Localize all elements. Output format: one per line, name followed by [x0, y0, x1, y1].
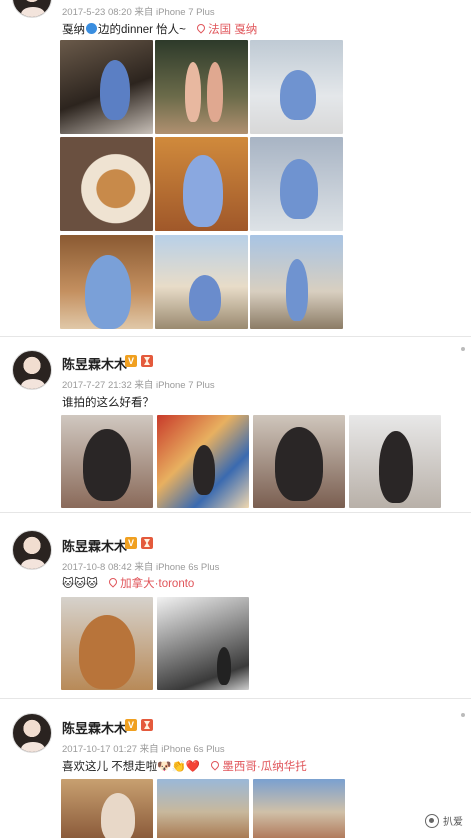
verified-v-icon: V	[125, 719, 137, 731]
hourglass-icon	[141, 537, 153, 549]
post-text-main: 🐱🐱🐱	[62, 578, 98, 590]
post-meta: 2017-10-17 01:27 来自 iPhone 6s Plus	[62, 744, 225, 755]
photo[interactable]	[61, 779, 153, 838]
location-link[interactable]: 墨西哥·瓜纳华托	[222, 761, 306, 773]
avatar[interactable]	[12, 0, 52, 18]
photo[interactable]	[60, 40, 153, 134]
watermark-text: 扒爱	[443, 817, 463, 828]
moon-icon	[86, 23, 97, 34]
user-name[interactable]: 陈昱霖木木	[62, 718, 127, 737]
location-pin-icon	[109, 578, 117, 588]
photo[interactable]	[60, 235, 153, 329]
post-1: 2017-5-23 08:20 来自 iPhone 7 Plus 戛纳 边的din…	[0, 0, 471, 336]
photo[interactable]	[250, 235, 343, 329]
post-text-main: 戛纳	[62, 24, 85, 36]
avatar[interactable]	[12, 350, 52, 390]
watermark: 扒爱	[425, 813, 463, 828]
hourglass-icon	[141, 719, 153, 731]
photo[interactable]	[155, 137, 248, 231]
user-name[interactable]: 陈昱霖木木	[62, 354, 127, 373]
avatar[interactable]	[12, 530, 52, 570]
post-text: 喜欢这儿 不想走啦🐶👏❤️ 墨西哥·瓜纳华托	[62, 758, 307, 774]
location-pin-icon	[211, 761, 219, 771]
post-text: 谁拍的这么好看？	[62, 397, 154, 409]
post-meta: 2017-5-23 08:20 来自 iPhone 7 Plus	[62, 7, 215, 18]
photo[interactable]	[157, 415, 249, 508]
more-menu-icon[interactable]	[461, 713, 465, 717]
hourglass-icon	[141, 355, 153, 367]
post-text-rest: 边的dinner 怡人~	[98, 24, 186, 36]
post-text-main: 喜欢这儿 不想走啦🐶👏❤️	[62, 761, 201, 773]
post-text: 戛纳 边的dinner 怡人~ 法国 戛纳	[62, 21, 257, 37]
location-link[interactable]: 法国 戛纳	[208, 24, 257, 36]
avatar[interactable]	[12, 713, 52, 753]
photo[interactable]	[155, 235, 248, 329]
post-2: 陈昱霖木木 V 2017-7-27 21:32 来自 iPhone 7 Plus…	[0, 337, 471, 512]
photo[interactable]	[157, 597, 249, 690]
photo[interactable]	[253, 779, 345, 838]
watermark-logo-icon	[425, 813, 439, 828]
photo[interactable]	[157, 779, 249, 838]
location-pin-icon	[197, 24, 205, 34]
location-link[interactable]: 加拿大·toronto	[120, 578, 194, 590]
photo[interactable]	[61, 597, 153, 690]
photo[interactable]	[349, 415, 441, 508]
photo[interactable]	[155, 40, 248, 134]
photo[interactable]	[60, 137, 153, 231]
user-name[interactable]: 陈昱霖木木	[62, 536, 127, 555]
verified-v-icon: V	[125, 537, 137, 549]
photo[interactable]	[250, 137, 343, 231]
verified-v-icon: V	[125, 355, 137, 367]
photo[interactable]	[253, 415, 345, 508]
post-3: 陈昱霖木木 V 2017-10-8 08:42 来自 iPhone 6s Plu…	[0, 513, 471, 698]
post-4: 陈昱霖木木 V 2017-10-17 01:27 来自 iPhone 6s Pl…	[0, 699, 471, 838]
photo[interactable]	[250, 40, 343, 134]
post-meta: 2017-7-27 21:32 来自 iPhone 7 Plus	[62, 380, 215, 391]
post-meta: 2017-10-8 08:42 来自 iPhone 6s Plus	[62, 562, 220, 573]
more-menu-icon[interactable]	[461, 347, 465, 351]
post-text: 🐱🐱🐱 加拿大·toronto	[62, 575, 194, 591]
photo[interactable]	[61, 415, 153, 508]
